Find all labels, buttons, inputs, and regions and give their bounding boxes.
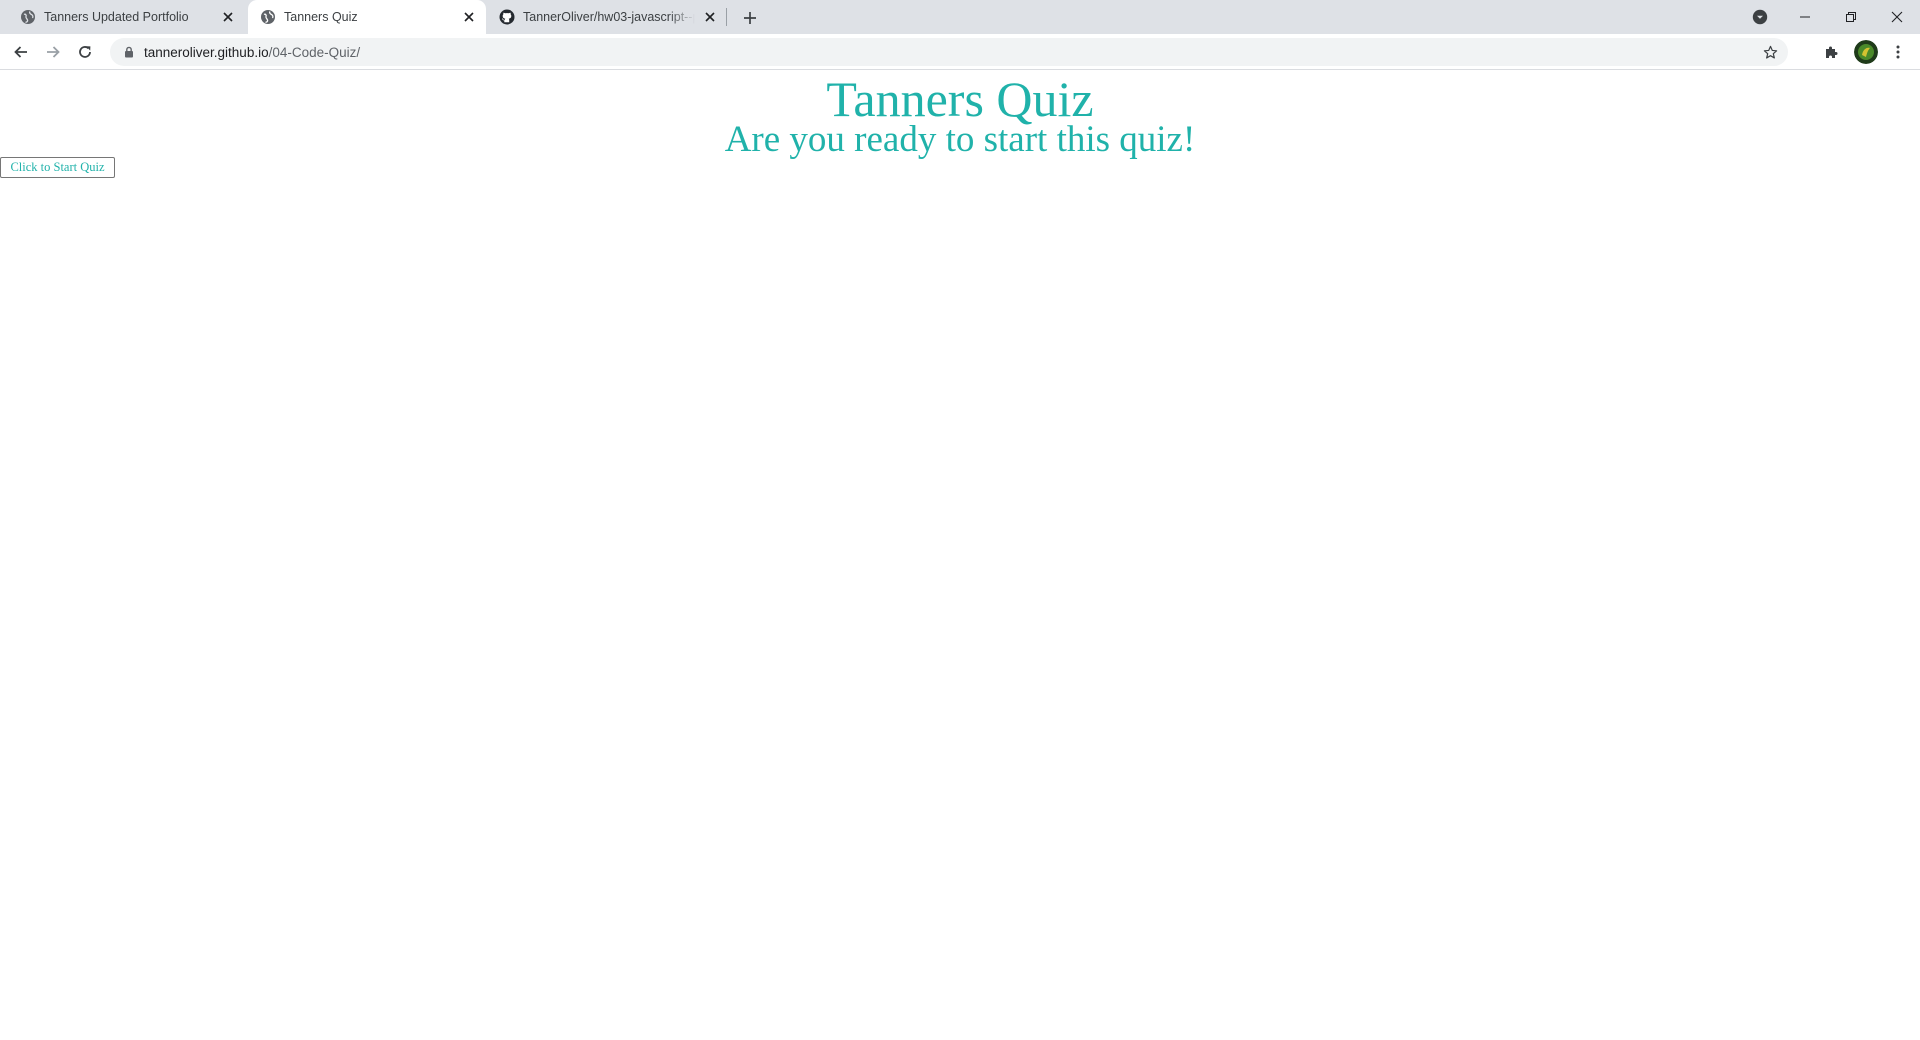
close-icon bbox=[1891, 11, 1903, 23]
tab-strip: Tanners Updated Portfolio Tanners Quiz T… bbox=[0, 0, 1920, 34]
plus-icon bbox=[744, 12, 756, 24]
start-quiz-button[interactable]: Click to Start Quiz bbox=[0, 157, 115, 178]
reload-button[interactable] bbox=[71, 38, 99, 66]
tab-portfolio[interactable]: Tanners Updated Portfolio bbox=[0, 0, 245, 34]
globe-icon bbox=[260, 9, 276, 25]
arrow-left-icon bbox=[14, 46, 27, 58]
tab-search-button[interactable] bbox=[1746, 7, 1774, 27]
new-tab-button[interactable] bbox=[737, 5, 763, 31]
browser-menu-button[interactable] bbox=[1886, 40, 1910, 64]
restore-button[interactable] bbox=[1828, 0, 1874, 34]
url-host: tanneroliver.github.io bbox=[144, 44, 269, 60]
close-tab-icon[interactable] bbox=[219, 8, 237, 26]
tab-separator bbox=[726, 8, 727, 26]
globe-icon bbox=[20, 9, 36, 25]
lock-icon[interactable] bbox=[122, 45, 136, 59]
github-icon bbox=[499, 9, 515, 25]
forward-button[interactable] bbox=[39, 38, 67, 66]
puzzle-icon bbox=[1826, 46, 1838, 58]
extensions-button[interactable] bbox=[1820, 40, 1844, 64]
url-path: /04-Code-Quiz/ bbox=[268, 44, 361, 60]
bookmark-star-icon[interactable] bbox=[1762, 44, 1778, 60]
close-tab-icon[interactable] bbox=[701, 8, 719, 26]
restore-icon bbox=[1846, 12, 1856, 22]
browser-toolbar: tanneroliver.github.io/04-Code-Quiz/ bbox=[0, 34, 1920, 70]
tab-title: Tanners Updated Portfolio bbox=[44, 10, 189, 24]
close-tab-icon[interactable] bbox=[460, 8, 478, 26]
close-window-button[interactable] bbox=[1874, 0, 1920, 34]
avatar-icon bbox=[1854, 40, 1878, 64]
minimize-icon bbox=[1800, 16, 1810, 18]
minimize-button[interactable] bbox=[1782, 0, 1828, 34]
chevron-down-circle-icon bbox=[1752, 9, 1768, 25]
back-button[interactable] bbox=[7, 38, 35, 66]
tab-title: TannerOliver/hw03-javascript--pa bbox=[523, 10, 695, 24]
profile-avatar[interactable] bbox=[1854, 40, 1878, 64]
page-subtitle: Are you ready to start this quiz! bbox=[724, 119, 1196, 160]
address-bar[interactable]: tanneroliver.github.io/04-Code-Quiz/ bbox=[110, 38, 1788, 66]
reload-icon bbox=[79, 46, 91, 58]
url-text[interactable]: tanneroliver.github.io/04-Code-Quiz/ bbox=[144, 45, 360, 60]
tab-title: Tanners Quiz bbox=[284, 10, 358, 24]
page-content: Tanners Quiz Are you ready to start this… bbox=[0, 71, 1920, 1040]
tab-github-repo[interactable]: TannerOliver/hw03-javascript--pa bbox=[489, 0, 727, 34]
tab-tanners-quiz[interactable]: Tanners Quiz bbox=[248, 0, 486, 34]
arrow-right-icon bbox=[47, 46, 60, 58]
more-vert-icon bbox=[1896, 45, 1900, 59]
